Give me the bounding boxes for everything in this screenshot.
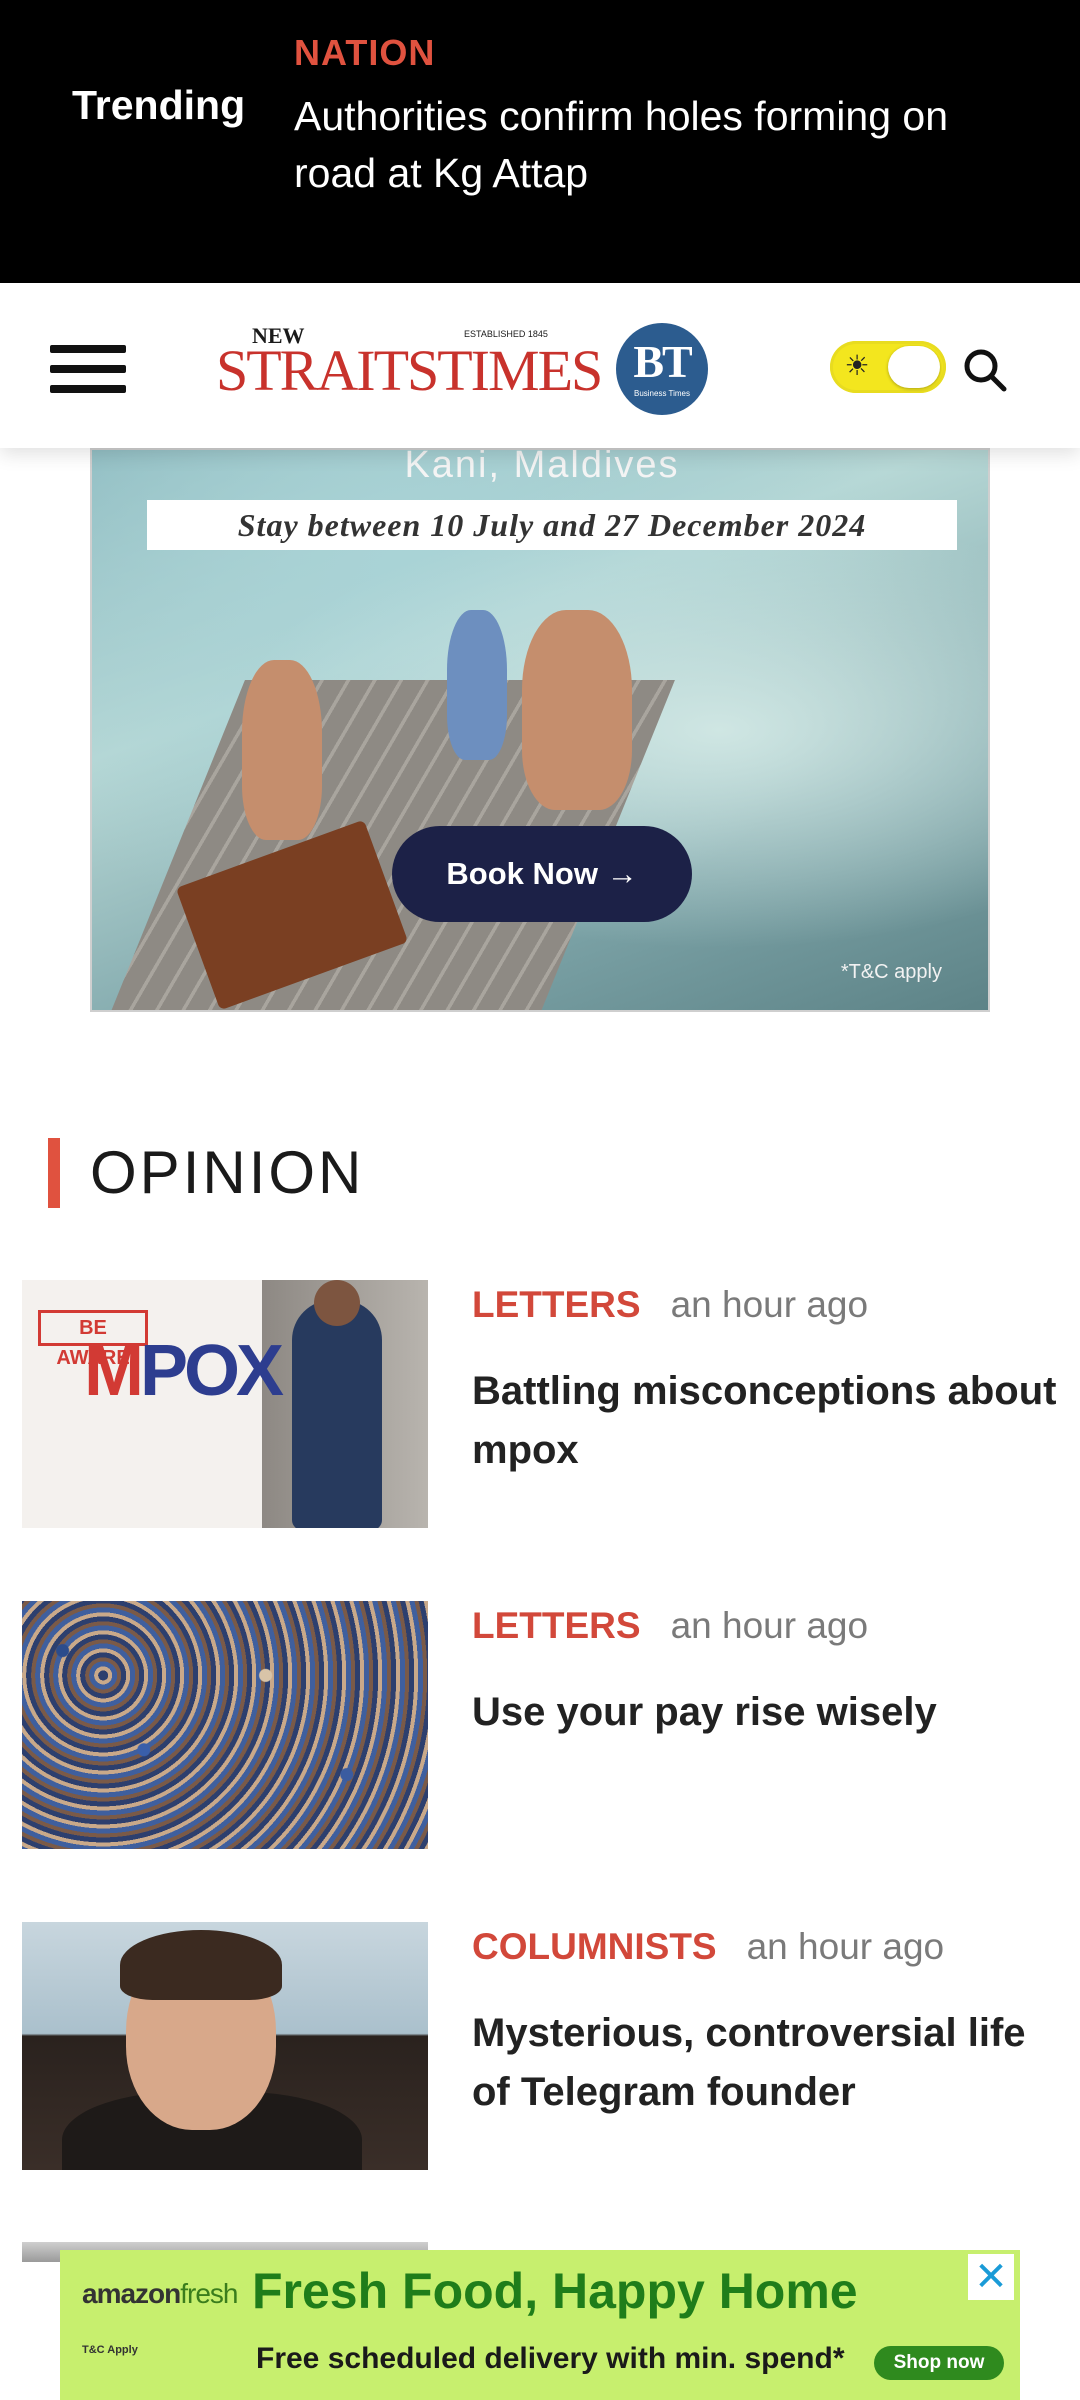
article-headline[interactable]: Mysterious, controversial life of Telegr… xyxy=(472,2004,1062,2122)
ad-subtitle: Free scheduled delivery with min. spend* xyxy=(256,2342,845,2375)
article-headline[interactable]: Use your pay rise wisely xyxy=(472,1683,1062,1742)
bt-logo-letters: BT xyxy=(633,336,692,387)
trending-category[interactable]: NATION xyxy=(294,32,435,74)
ad-fine-print: T&C Apply xyxy=(82,2344,138,2356)
logo-main-text: STRAITSTIMES xyxy=(216,338,603,403)
ad-person-image xyxy=(242,660,322,840)
amazon-fresh-ad[interactable]: amazonfresh Fresh Food, Happy Home T&C A… xyxy=(60,2250,1020,2400)
portrait-hair-image xyxy=(120,1930,282,2000)
bt-logo-subtitle: Business Times xyxy=(633,389,691,398)
article-meta: COLUMNISTS an hour ago xyxy=(472,1926,944,1968)
amazon-fresh-logo: amazonfresh xyxy=(82,2278,239,2309)
article-category[interactable]: LETTERS xyxy=(472,1605,641,1646)
book-now-button[interactable]: Book Now → xyxy=(392,826,692,922)
toggle-knob xyxy=(888,346,940,388)
article-meta: LETTERS an hour ago xyxy=(472,1605,868,1647)
ad-terms-text: *T&C apply xyxy=(840,961,942,983)
ad-man-image xyxy=(522,610,632,810)
article-category[interactable]: LETTERS xyxy=(472,1284,641,1325)
article-thumbnail[interactable]: BE AWARE MPOX xyxy=(22,1280,428,1528)
section-title: OPINION xyxy=(90,1139,365,1206)
shop-now-button[interactable]: Shop now xyxy=(874,2346,1004,2380)
article-card[interactable]: LETTERS an hour ago Use your pay rise wis… xyxy=(22,1601,1062,1851)
traveller-head-image xyxy=(314,1280,360,1326)
article-headline[interactable]: Battling misconceptions about mpox xyxy=(472,1362,1062,1480)
article-meta: LETTERS an hour ago xyxy=(472,1284,868,1326)
site-header: NEW ESTABLISHED 1845 STRAITSTIMES BT Bus… xyxy=(0,283,1080,448)
article-time: an hour ago xyxy=(746,1926,945,1967)
article-card[interactable]: COLUMNISTS an hour ago Mysterious, contro… xyxy=(22,1922,1062,2172)
ad-location-text: Kani, Maldives xyxy=(404,448,680,486)
trending-headline[interactable]: Authorities confirm holes forming on roa… xyxy=(294,88,1034,202)
close-icon[interactable]: ✕ xyxy=(968,2254,1014,2300)
ad-title: Fresh Food, Happy Home xyxy=(252,2263,858,2319)
ad-dates-text: Stay between 10 July and 27 December 202… xyxy=(147,500,957,550)
business-times-logo[interactable]: BT Business Times xyxy=(616,323,708,415)
hamburger-menu-icon[interactable] xyxy=(50,343,126,395)
section-accent-bar xyxy=(48,1138,60,1208)
trending-label: Trending xyxy=(72,82,246,128)
article-thumbnail[interactable] xyxy=(22,1601,428,1849)
article-card[interactable]: BE AWARE MPOX LETTERS an hour ago Battlin… xyxy=(22,1280,1062,1530)
search-icon[interactable] xyxy=(960,345,1010,395)
ad-child-image xyxy=(447,610,507,760)
sun-icon: ☀ xyxy=(844,350,870,381)
article-thumbnail[interactable] xyxy=(22,1922,428,2170)
theme-toggle[interactable]: ☀ xyxy=(830,341,946,393)
article-time: an hour ago xyxy=(670,1284,869,1325)
resort-ad-banner[interactable]: Kani, Maldives Stay between 10 July and … xyxy=(90,448,990,1012)
article-time: an hour ago xyxy=(670,1605,869,1646)
poster-mpox-text: MPOX xyxy=(84,1331,284,1411)
traveller-image xyxy=(292,1300,382,1528)
article-category[interactable]: COLUMNISTS xyxy=(472,1926,717,1967)
trending-bar[interactable]: Trending NATION Authorities confirm hole… xyxy=(0,0,1080,283)
nst-logo[interactable]: NEW ESTABLISHED 1845 STRAITSTIMES xyxy=(216,323,603,413)
